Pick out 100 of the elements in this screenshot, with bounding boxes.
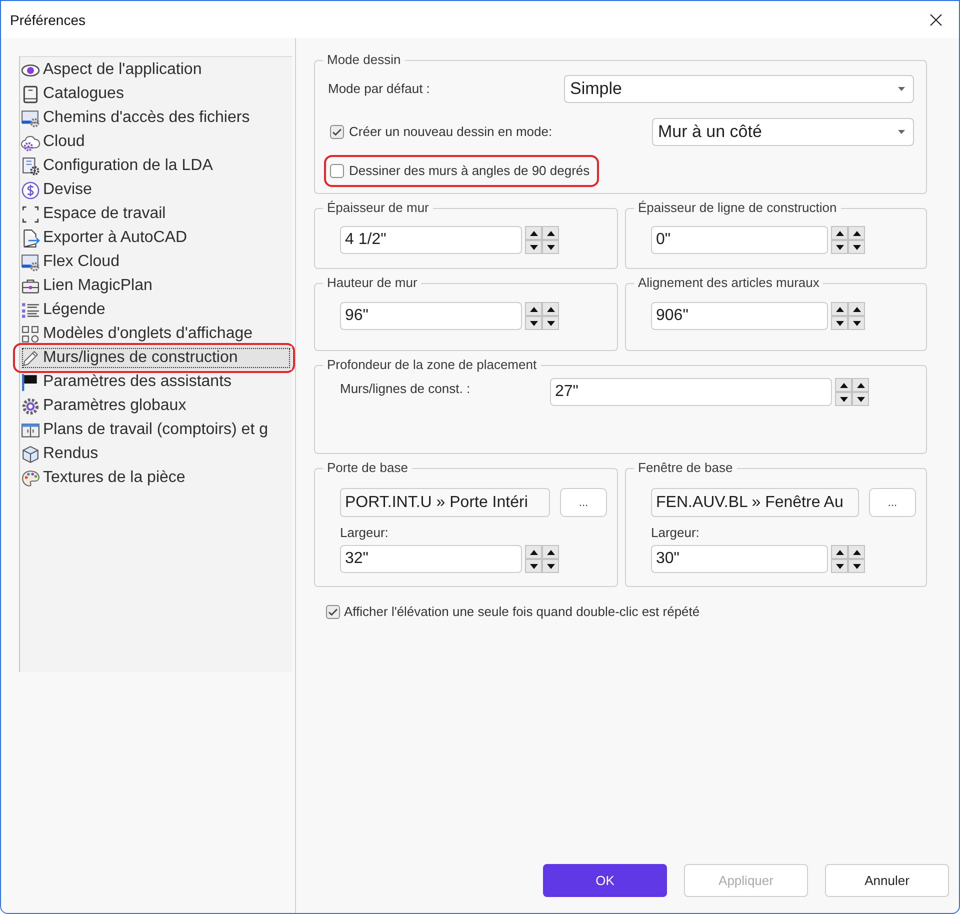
- group-title: Mode dessin: [326, 52, 402, 68]
- checkbox-label: Dessiner des murs à angles de 90 degrés: [349, 163, 590, 179]
- group-title: Épaisseur de mur: [326, 200, 430, 216]
- group-title: Fenêtre de base: [637, 460, 734, 476]
- number-field[interactable]: 30": [651, 545, 828, 573]
- field-label: Murs/lignes de const. :: [340, 381, 472, 397]
- spin-down-button[interactable]: [831, 559, 848, 573]
- sidebar-item[interactable]: Espace de travail: [20, 202, 292, 226]
- spin-up-button[interactable]: [835, 378, 852, 392]
- group-title: Profondeur de la zone de placement: [326, 357, 538, 373]
- down-triangle-icon: [836, 564, 844, 568]
- spin-up-button[interactable]: [848, 545, 865, 559]
- checkbox[interactable]: [326, 605, 340, 619]
- group-title: Épaisseur de ligne de construction: [637, 200, 838, 216]
- down-triangle-icon: [546, 320, 554, 326]
- sidebar-item[interactable]: Paramètres des assistants: [20, 370, 292, 394]
- down-triangle-icon: [836, 244, 844, 250]
- number-field[interactable]: 906": [651, 302, 828, 330]
- spin-up-button[interactable]: [848, 302, 865, 316]
- up-triangle-icon: [836, 306, 844, 312]
- down-triangle-icon: [836, 320, 844, 326]
- checkbox[interactable]: [330, 125, 344, 139]
- spin-down-button[interactable]: [848, 316, 865, 330]
- down-triangle-icon: [856, 396, 864, 402]
- cancel-button[interactable]: Annuler: [825, 864, 949, 897]
- sidebar-item[interactable]: Légende: [20, 298, 292, 322]
- group-title: Porte de base: [326, 460, 409, 476]
- number-field[interactable]: 96": [340, 302, 522, 330]
- group-title: Hauteur de mur: [326, 275, 418, 291]
- spin-up-button[interactable]: [848, 226, 865, 240]
- dashed-frame-icon: [21, 204, 40, 224]
- spin-down-button[interactable]: [525, 240, 542, 254]
- checkbox-label: Créer un nouveau dessin en mode:: [349, 124, 552, 140]
- dropdown[interactable]: Simple: [564, 75, 914, 103]
- spin-up-button[interactable]: [831, 226, 848, 240]
- cube-icon: [21, 444, 40, 464]
- sidebar-item[interactable]: Textures de la pièce: [20, 466, 292, 490]
- up-triangle-icon: [530, 230, 538, 236]
- up-triangle-icon: [852, 550, 860, 554]
- spin-up-button[interactable]: [831, 302, 848, 316]
- sidebar-item[interactable]: Lien MagicPlan: [20, 274, 292, 298]
- down-triangle-icon: [546, 564, 554, 568]
- palette-icon: [21, 468, 40, 488]
- spin-up-button[interactable]: [542, 545, 559, 559]
- spin-down-button[interactable]: [542, 559, 559, 573]
- number-field[interactable]: 27": [550, 378, 832, 406]
- spin-down-button[interactable]: [525, 559, 542, 573]
- down-triangle-icon: [530, 320, 538, 326]
- sidebar-item[interactable]: Cloud: [20, 130, 292, 154]
- spin-up-button[interactable]: [542, 302, 559, 316]
- field-label: Mode par défaut :: [328, 81, 430, 97]
- sidebar-item[interactable]: Catalogues: [20, 82, 292, 106]
- up-triangle-icon: [852, 230, 860, 236]
- item-field: FEN.AUV.BL » Fenêtre Au: [651, 488, 859, 517]
- checkbox[interactable]: [330, 164, 344, 178]
- caret-icon: [898, 87, 905, 91]
- spin-down-button[interactable]: [542, 240, 559, 254]
- down-triangle-icon: [852, 244, 860, 250]
- number-field[interactable]: 32": [340, 545, 522, 573]
- up-triangle-icon: [530, 306, 538, 312]
- ok-button[interactable]: OK: [543, 864, 667, 897]
- spin-up-button[interactable]: [525, 545, 542, 559]
- dropdown[interactable]: Mur à un côté: [652, 118, 914, 146]
- sidebar-item[interactable]: Rendus: [20, 442, 292, 466]
- sidebar-item[interactable]: Flex Cloud: [20, 250, 292, 274]
- spin-up-button[interactable]: [525, 226, 542, 240]
- sidebar-item[interactable]: Plans de travail (comptoirs) et g: [20, 418, 292, 442]
- up-triangle-icon: [836, 230, 844, 236]
- spin-down-button[interactable]: [525, 316, 542, 330]
- sidebar-item[interactable]: Paramètres globaux: [20, 394, 292, 418]
- browse-button[interactable]: ...: [560, 488, 607, 517]
- sidebar-item[interactable]: Murs/lignes de construction: [20, 346, 292, 370]
- spin-down-button[interactable]: [831, 316, 848, 330]
- spin-down-button[interactable]: [835, 392, 852, 406]
- sidebar-item[interactable]: Devise: [20, 178, 292, 202]
- number-field[interactable]: 0": [651, 226, 828, 254]
- up-triangle-icon: [546, 230, 554, 236]
- spin-up-button[interactable]: [525, 302, 542, 316]
- spin-up-button[interactable]: [852, 378, 869, 392]
- sidebar-item[interactable]: Chemins d'accès des fichiers: [20, 106, 292, 130]
- up-triangle-icon: [530, 550, 538, 554]
- number-field[interactable]: 4 1/2": [340, 226, 522, 254]
- down-triangle-icon: [840, 396, 848, 402]
- pencil-icon: [21, 348, 40, 368]
- group-title: Alignement des articles muraux: [637, 275, 820, 291]
- spin-up-button[interactable]: [542, 226, 559, 240]
- spin-down-button[interactable]: [831, 240, 848, 254]
- browse-button[interactable]: ...: [869, 488, 916, 517]
- sidebar-item[interactable]: Aspect de l'application: [20, 58, 292, 82]
- spin-down-button[interactable]: [542, 316, 559, 330]
- spin-down-button[interactable]: [848, 240, 865, 254]
- spin-down-button[interactable]: [852, 392, 869, 406]
- up-triangle-icon: [852, 306, 860, 312]
- checkbox-label: Afficher l'élévation une seule fois quand double-clic est répété: [344, 604, 700, 620]
- grid-icon: [21, 324, 40, 344]
- sidebar-item[interactable]: Configuration de la LDA: [20, 154, 292, 178]
- spin-up-button[interactable]: [831, 545, 848, 559]
- sidebar-item[interactable]: Modèles d'onglets d'affichage: [20, 322, 292, 346]
- spin-down-button[interactable]: [848, 559, 865, 573]
- sidebar-item[interactable]: Exporter à AutoCAD: [20, 226, 292, 250]
